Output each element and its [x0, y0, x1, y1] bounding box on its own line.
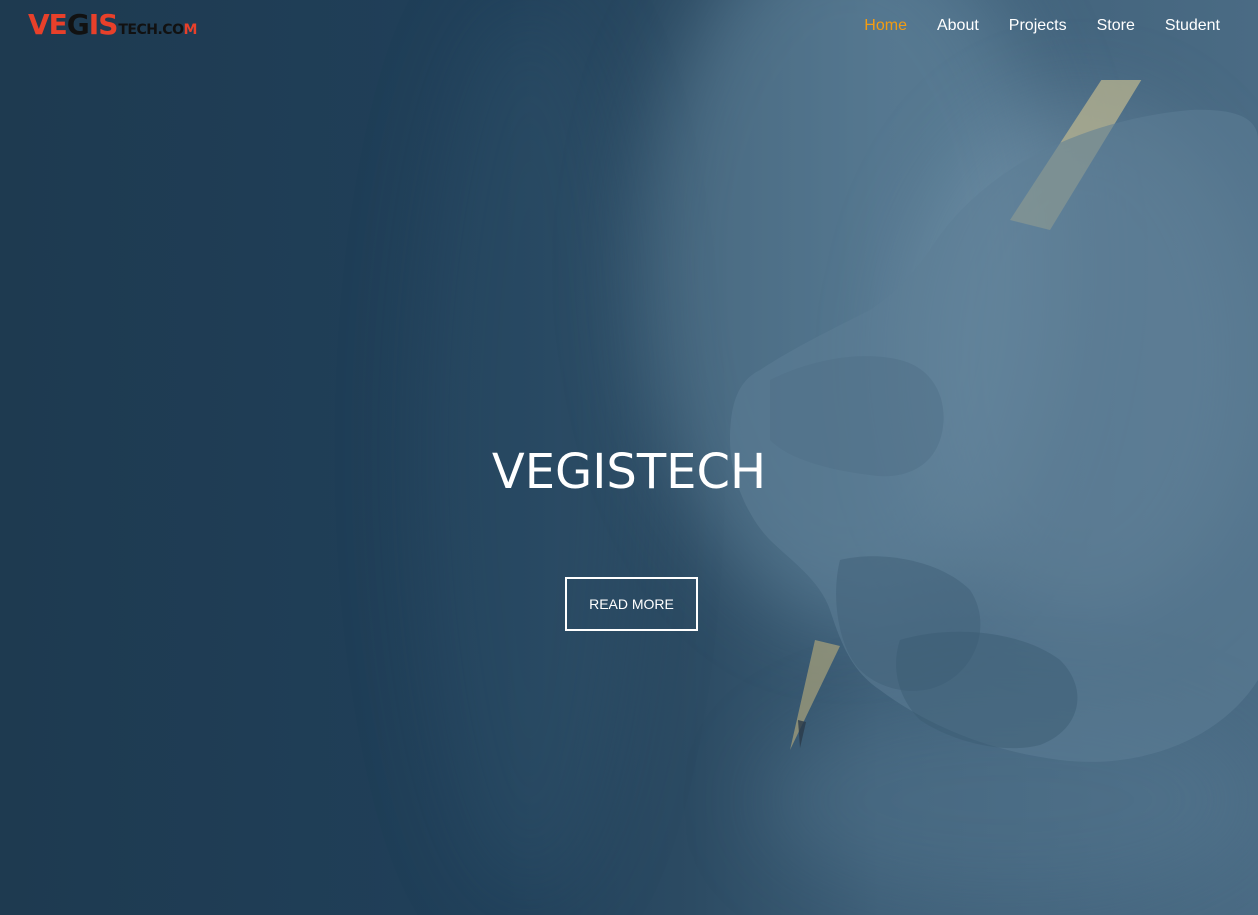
site-logo[interactable]: VEGIS TECH.COM: [28, 10, 197, 40]
hand-pencil-image: [730, 80, 1258, 762]
nav-about[interactable]: About: [937, 16, 979, 36]
background-light: [760, 700, 1258, 900]
hero-section: VEGIS TECH.COM Home About Projects Store…: [0, 0, 1258, 915]
hero-content: VEGISTECH READ MORE: [0, 440, 1258, 631]
logo-domain: TECH.COM: [118, 22, 197, 38]
nav-student[interactable]: Student: [1165, 16, 1220, 36]
hero-title: VEGISTECH: [491, 444, 767, 500]
nav-store[interactable]: Store: [1097, 16, 1135, 36]
logo-mark: VEGIS: [28, 8, 118, 41]
read-more-button[interactable]: READ MORE: [565, 577, 698, 631]
nav-home[interactable]: Home: [864, 16, 907, 36]
top-navbar: VEGIS TECH.COM Home About Projects Store…: [0, 0, 1258, 52]
nav-projects[interactable]: Projects: [1009, 16, 1067, 36]
main-nav: Home About Projects Store Student: [864, 16, 1220, 36]
